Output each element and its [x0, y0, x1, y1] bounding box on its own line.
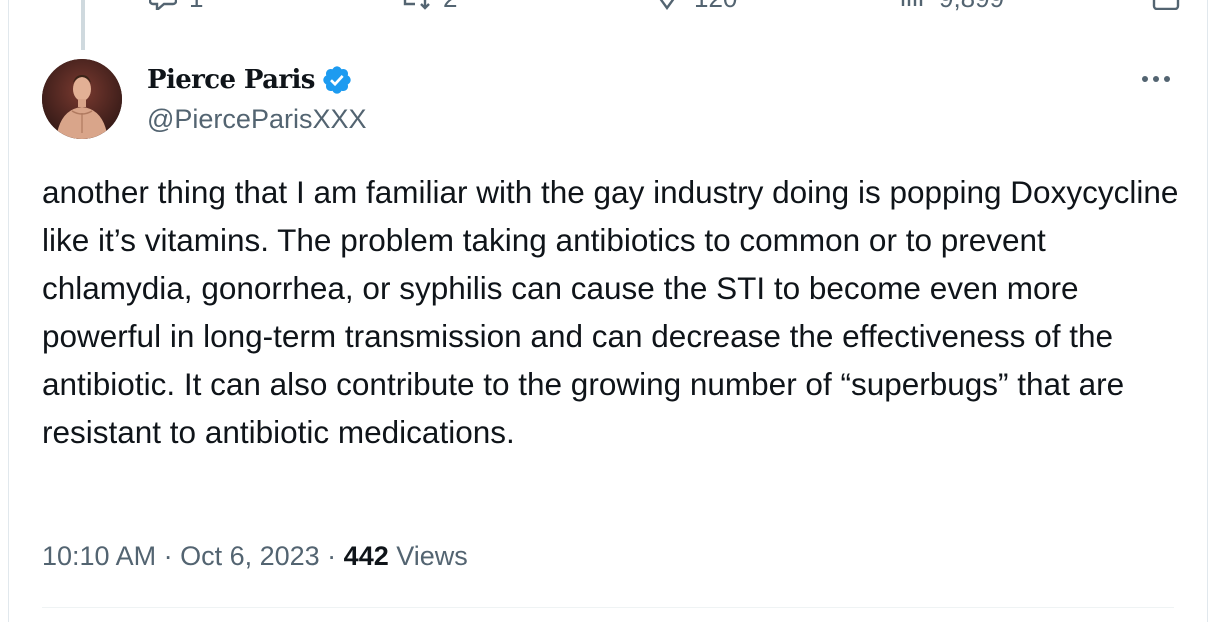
- bookmark-action[interactable]: [1152, 0, 1180, 10]
- tweet-text: another thing that I am familiar with th…: [42, 174, 1179, 450]
- views-count: 442: [343, 541, 389, 571]
- more-options-button[interactable]: [1136, 64, 1176, 94]
- like-count: 120: [694, 0, 737, 11]
- views-icon: [901, 0, 923, 6]
- previous-tweet-action-row: 1 2 120 9,899: [9, 0, 1207, 11]
- verified-badge-icon: [323, 66, 351, 94]
- reply-icon: [149, 0, 177, 10]
- divider: [42, 607, 1174, 608]
- meta-separator: ·: [156, 541, 181, 571]
- tweet-date[interactable]: Oct 6, 2023: [180, 541, 320, 571]
- retweet-icon: [403, 0, 430, 10]
- retweet-action[interactable]: 2: [399, 0, 457, 11]
- tweet-time[interactable]: 10:10 AM: [42, 541, 156, 571]
- bookmark-icon: [1152, 0, 1180, 10]
- retweet-count: 2: [443, 0, 457, 11]
- meta-separator-2: ·: [319, 541, 344, 571]
- views-label: Views: [388, 541, 468, 571]
- author-name-row: Pierce Paris: [147, 62, 353, 98]
- reply-action[interactable]: 1: [149, 0, 203, 11]
- tweet-meta-row: 10:10 AM · Oct 6, 2023 · 442 Views: [42, 536, 468, 576]
- avatar[interactable]: [42, 59, 122, 139]
- avatar-image: [42, 59, 122, 139]
- like-icon: [659, 0, 675, 10]
- views-action[interactable]: 9,899: [899, 0, 1004, 11]
- display-name[interactable]: Pierce Paris: [147, 65, 315, 95]
- tweet-card: 1 2 120 9,899: [8, 0, 1208, 622]
- more-options-icon: [1142, 76, 1170, 82]
- reply-count: 1: [189, 0, 203, 11]
- like-action[interactable]: 120: [652, 0, 737, 11]
- author-handle[interactable]: @PierceParisXXX: [147, 104, 366, 135]
- views-count-top: 9,899: [939, 0, 1004, 11]
